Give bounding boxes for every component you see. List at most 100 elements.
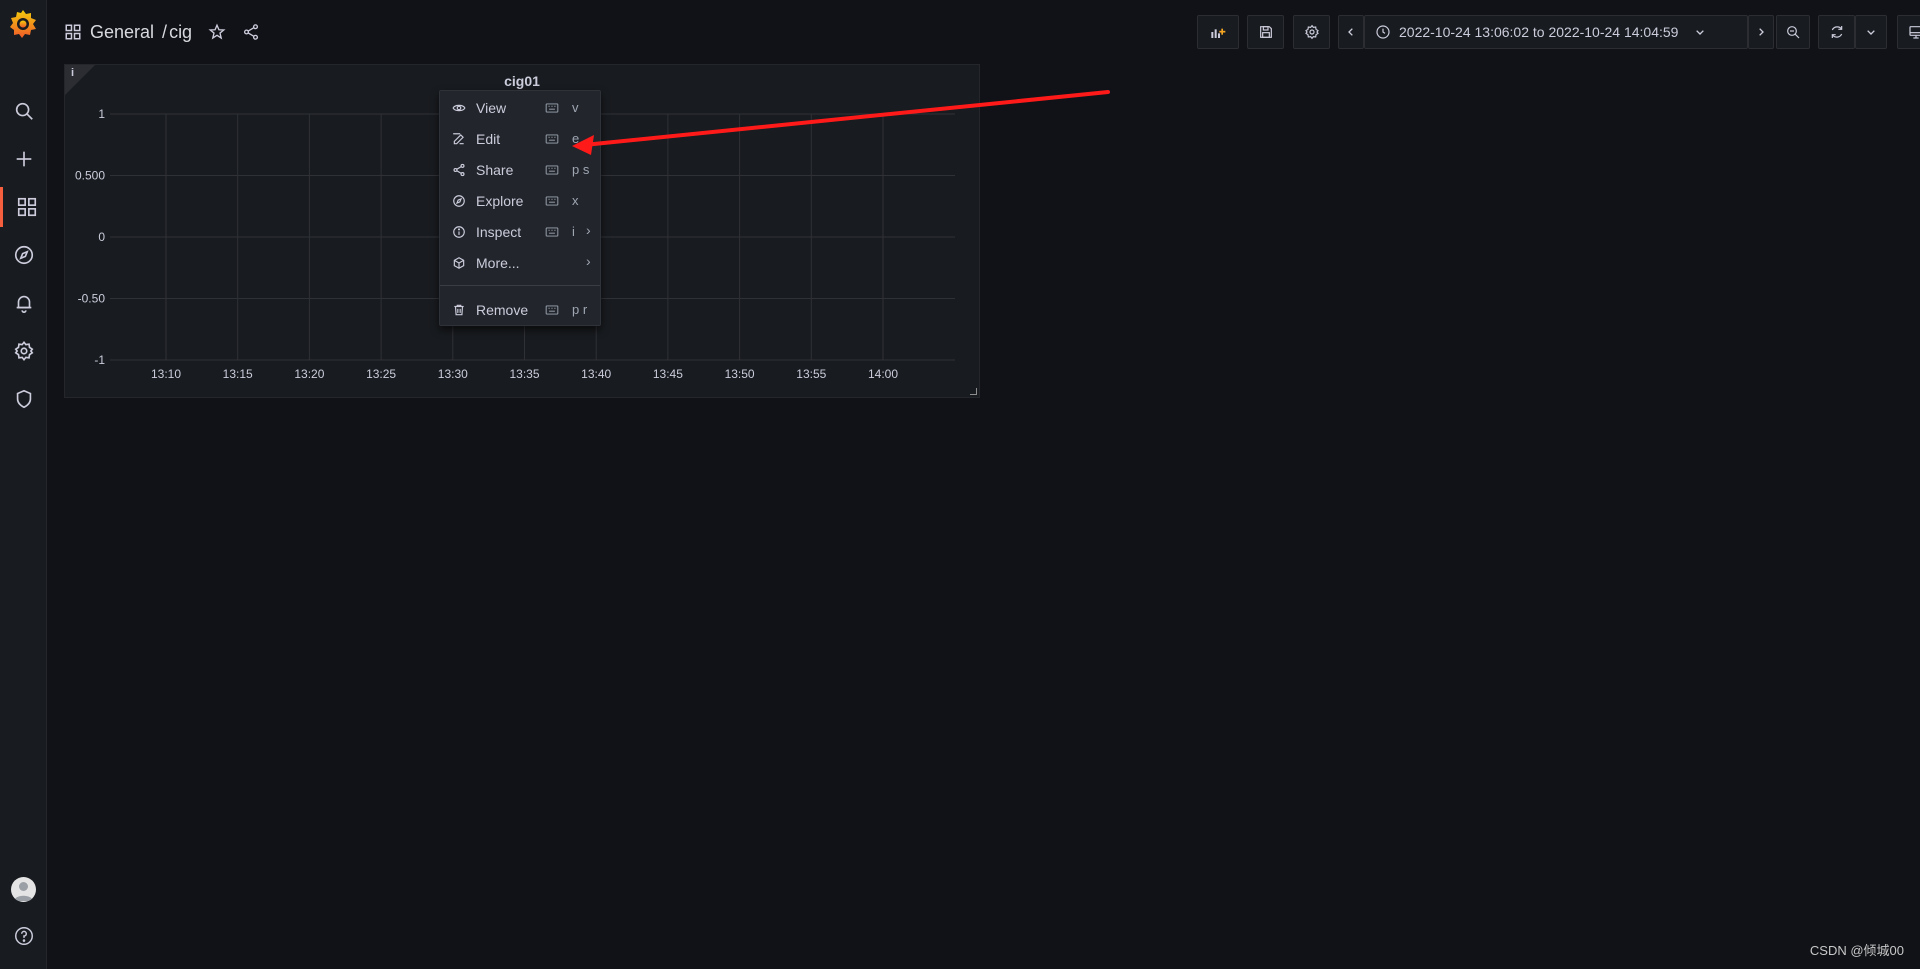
explore-icon bbox=[14, 245, 33, 265]
chevron-right-icon bbox=[1759, 28, 1764, 36]
menu-item-label: Inspect bbox=[476, 224, 522, 240]
chevron-left-icon bbox=[1348, 28, 1353, 36]
x-tick-label: 13:35 bbox=[509, 367, 539, 381]
x-tick-label: 13:55 bbox=[796, 367, 826, 381]
watermark: CSDN @倾城00 bbox=[1809, 943, 1904, 958]
menu-item-shortcut: e bbox=[572, 131, 580, 146]
chevron-right-icon: › bbox=[586, 253, 591, 269]
star-icon[interactable] bbox=[208, 23, 226, 41]
refresh-button[interactable] bbox=[1818, 15, 1855, 49]
breadcrumb-dashboard[interactable]: cig bbox=[169, 22, 192, 43]
chevron-down-icon bbox=[1867, 30, 1875, 35]
sidebar-item-dashboards[interactable] bbox=[0, 187, 50, 227]
sidebar-item-create[interactable] bbox=[0, 139, 47, 179]
menu-item-shortcut: p r bbox=[572, 302, 588, 317]
menu-item-label: Explore bbox=[476, 193, 524, 209]
share-icon bbox=[453, 163, 465, 177]
trash-icon bbox=[454, 304, 464, 316]
keyboard-icon bbox=[545, 305, 559, 315]
keyboard-icon bbox=[545, 196, 559, 206]
plus-icon bbox=[16, 151, 31, 167]
keyboard-icon bbox=[545, 134, 559, 144]
gear-icon bbox=[1304, 24, 1319, 40]
menu-item-label: Edit bbox=[476, 131, 501, 147]
help-icon bbox=[14, 927, 33, 945]
menu-item-shortcut: p s bbox=[572, 162, 590, 177]
y-tick-label: -1 bbox=[94, 353, 105, 367]
time-shift-back-button[interactable] bbox=[1338, 15, 1364, 49]
menu-item-edit[interactable]: Edit e bbox=[440, 124, 600, 154]
edit-icon bbox=[453, 133, 464, 145]
x-tick-label: 13:40 bbox=[581, 367, 611, 381]
add-panel-button[interactable] bbox=[1197, 15, 1239, 49]
chevron-down-icon bbox=[1696, 30, 1705, 35]
dashboards-icon bbox=[65, 24, 81, 40]
eye-icon bbox=[452, 104, 466, 112]
menu-item-more[interactable]: More... › bbox=[440, 248, 600, 278]
shield-icon bbox=[16, 389, 31, 409]
keyboard-icon bbox=[545, 103, 559, 113]
dashboard-settings-button[interactable] bbox=[1293, 15, 1330, 49]
y-tick-label: -0.50 bbox=[78, 292, 106, 306]
x-tick-label: 13:30 bbox=[438, 367, 468, 381]
sidebar-item-configuration[interactable] bbox=[0, 331, 47, 371]
keyboard-icon bbox=[545, 227, 559, 237]
menu-item-shortcut: v bbox=[572, 100, 579, 115]
save-dashboard-button[interactable] bbox=[1247, 15, 1284, 49]
menu-item-label: More... bbox=[476, 255, 520, 271]
top-navbar: General / cig 2022-10-24 13:06:02 to 202… bbox=[48, 0, 1920, 64]
share-icon[interactable] bbox=[242, 23, 260, 41]
y-tick-label: 1 bbox=[98, 107, 105, 121]
menu-item-view[interactable]: View v bbox=[440, 93, 600, 123]
search-icon bbox=[15, 102, 33, 120]
breadcrumb-folder[interactable]: General bbox=[90, 22, 154, 43]
breadcrumb: General / cig bbox=[64, 18, 260, 46]
x-tick-label: 13:25 bbox=[366, 367, 396, 381]
x-tick-label: 14:00 bbox=[868, 367, 898, 381]
time-range-text: 2022-10-24 13:06:02 to 2022-10-24 14:04:… bbox=[1399, 24, 1679, 40]
resize-handle[interactable] bbox=[970, 388, 977, 395]
save-icon bbox=[1259, 26, 1272, 38]
refresh-icon bbox=[1831, 26, 1842, 38]
monitor-icon bbox=[1908, 26, 1920, 39]
menu-item-inspect[interactable]: Inspect i › bbox=[440, 217, 600, 247]
sidebar-item-help[interactable] bbox=[0, 916, 47, 956]
x-tick-label: 13:45 bbox=[653, 367, 683, 381]
dashboards-icon bbox=[17, 197, 36, 217]
time-shift-forward-button[interactable] bbox=[1748, 15, 1774, 49]
menu-item-shortcut: i bbox=[572, 224, 575, 239]
sidebar-item-explore[interactable] bbox=[0, 235, 47, 275]
sidebar bbox=[0, 0, 47, 969]
sidebar-item-server-admin[interactable] bbox=[0, 379, 47, 419]
menu-item-shortcut: x bbox=[572, 193, 579, 208]
x-tick-label: 13:20 bbox=[294, 367, 324, 381]
menu-item-label: View bbox=[476, 100, 507, 116]
keyboard-icon bbox=[545, 165, 559, 175]
panel-title[interactable]: cig01 bbox=[65, 73, 979, 89]
menu-item-label: Remove bbox=[476, 302, 529, 318]
breadcrumb-separator: / bbox=[162, 21, 168, 42]
zoom-out-icon bbox=[1787, 26, 1800, 39]
sidebar-item-alerting[interactable] bbox=[0, 283, 47, 323]
chevron-right-icon: › bbox=[586, 222, 591, 238]
gear-icon bbox=[14, 340, 33, 362]
tv-mode-button[interactable] bbox=[1897, 15, 1920, 49]
y-tick-label: 0 bbox=[98, 230, 105, 244]
sidebar-item-search[interactable] bbox=[0, 91, 47, 131]
menu-item-share[interactable]: Share p s bbox=[440, 155, 600, 185]
info-icon bbox=[453, 226, 465, 238]
refresh-interval-dropdown[interactable] bbox=[1855, 15, 1887, 49]
x-tick-label: 13:15 bbox=[223, 367, 253, 381]
x-tick-label: 13:10 bbox=[151, 367, 181, 381]
menu-item-label: Share bbox=[476, 162, 514, 178]
avatar[interactable] bbox=[11, 877, 36, 902]
clock-icon bbox=[1376, 25, 1390, 39]
y-tick-label: 0.500 bbox=[75, 169, 105, 183]
grafana-logo-icon[interactable] bbox=[8, 8, 38, 40]
menu-divider bbox=[440, 285, 600, 286]
menu-item-remove[interactable]: Remove p r bbox=[440, 295, 600, 325]
alert-bell-icon bbox=[16, 295, 31, 313]
time-range-picker[interactable]: 2022-10-24 13:06:02 to 2022-10-24 14:04:… bbox=[1364, 15, 1748, 49]
zoom-out-button[interactable] bbox=[1776, 15, 1810, 49]
menu-item-explore[interactable]: Explore x bbox=[440, 186, 600, 216]
